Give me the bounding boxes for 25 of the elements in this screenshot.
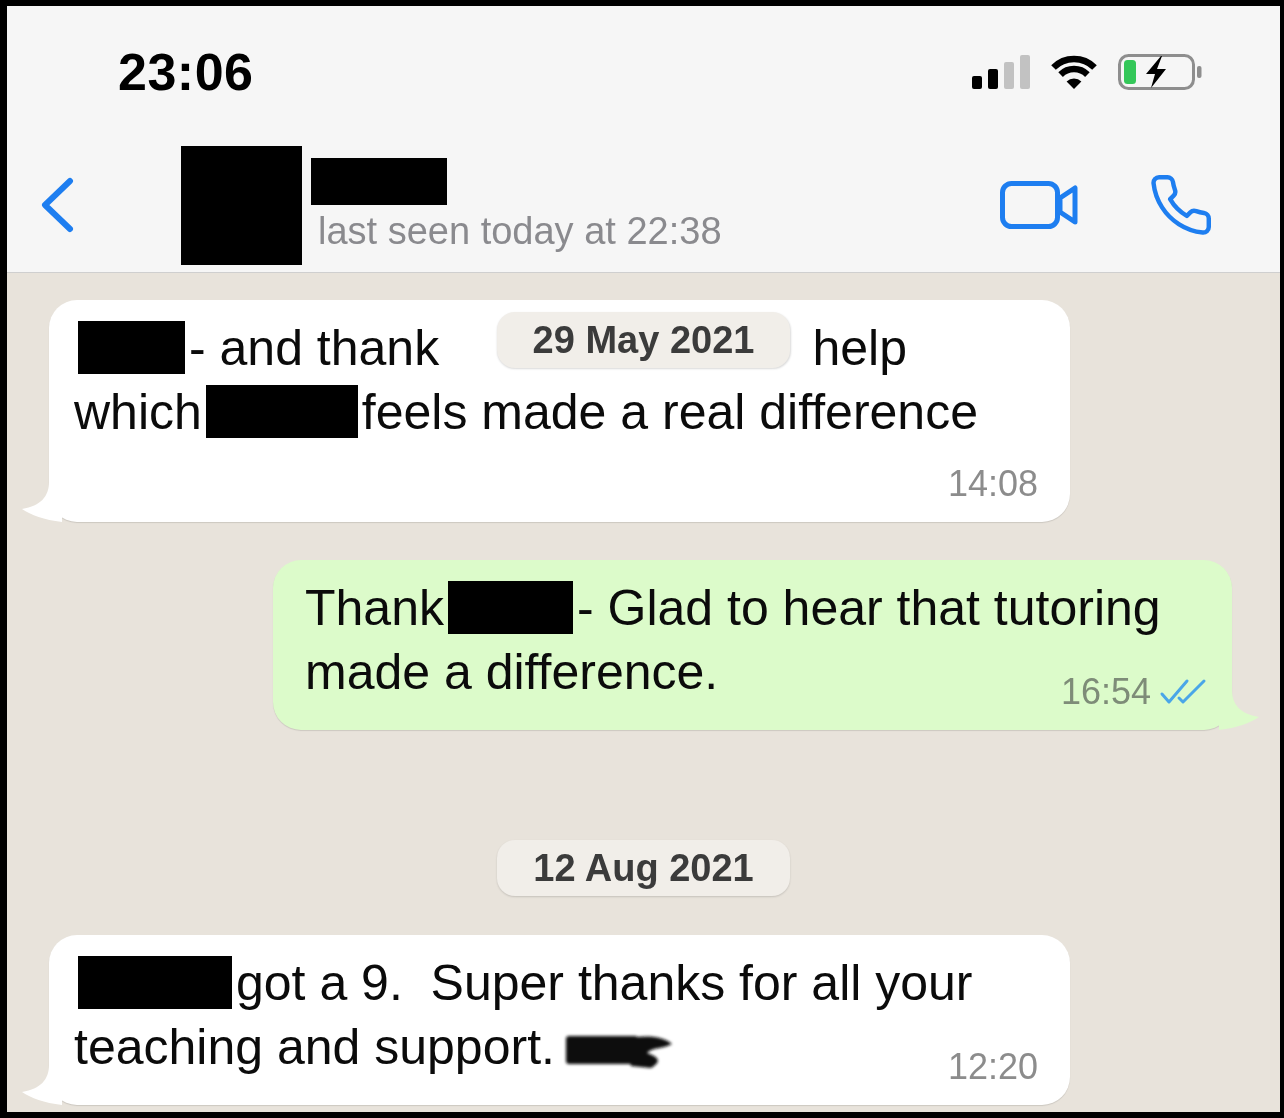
battery-charging-icon xyxy=(1118,54,1202,90)
message-text: Thank xyxy=(305,579,444,638)
clock-time: 23:06 xyxy=(118,46,254,98)
message-time: 14:08 xyxy=(947,464,1038,504)
last-seen-status: last seen today at 22:38 xyxy=(317,208,722,253)
message-time: 16:54 xyxy=(1060,672,1151,712)
message-text: which xyxy=(74,383,202,442)
message-text: feels made a real difference xyxy=(361,383,978,442)
date-chip: 29 May 2021 xyxy=(496,312,791,368)
message-text: - and thank xyxy=(189,319,440,378)
back-button[interactable] xyxy=(40,177,74,233)
chevron-left-icon xyxy=(40,177,74,233)
wifi-icon xyxy=(1049,54,1099,90)
message-text: got a 9. Super thanks for all your xyxy=(236,954,973,1013)
phone-icon xyxy=(1150,175,1212,235)
message-text: teaching and support. xyxy=(74,1018,555,1077)
message-text: - Glad to hear that tutoring xyxy=(576,579,1161,638)
video-camera-icon xyxy=(1000,181,1078,229)
message-time: 12:20 xyxy=(947,1047,1038,1087)
message-text: help xyxy=(812,319,907,378)
signal-icon xyxy=(972,55,1030,89)
message-text: made a difference. xyxy=(305,643,719,702)
date-chip: 12 Aug 2021 xyxy=(497,840,790,896)
video-call-button[interactable] xyxy=(1000,181,1078,229)
voice-call-button[interactable] xyxy=(1150,175,1212,235)
